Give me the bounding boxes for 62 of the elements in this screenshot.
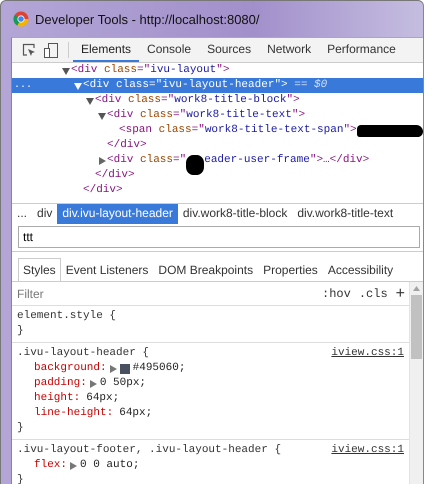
panel-tab[interactable]: Elements xyxy=(73,38,140,62)
dom-node-line[interactable]: <span class="work8-title-text-span"> xyxy=(119,123,423,138)
expand-triangle-icon[interactable] xyxy=(90,380,97,388)
panel-tab[interactable]: Performance xyxy=(319,38,404,62)
dom-node-line[interactable]: </div> xyxy=(95,168,135,183)
dom-node-line[interactable]: <div class="work8-title-block"> xyxy=(95,93,300,108)
closing-brace: } xyxy=(17,473,25,484)
dom-node-line[interactable]: <div class="work8-title-text"> xyxy=(107,108,306,123)
expanded-triangle-icon[interactable] xyxy=(86,96,94,104)
property-name: padding: xyxy=(34,376,87,391)
sidebar-tab[interactable]: Accessibility xyxy=(322,258,398,281)
property-value: 0 0 auto; xyxy=(80,458,140,473)
property-value: 64px; xyxy=(86,391,120,406)
inspect-element-icon[interactable] xyxy=(22,43,36,57)
new-rule-button[interactable]: + xyxy=(396,287,405,301)
expand-triangle-icon[interactable] xyxy=(70,462,78,470)
color-swatch[interactable] xyxy=(120,364,130,374)
hover-state-toggle[interactable]: :hov xyxy=(322,287,351,301)
sidebar-tab[interactable]: DOM Breakpoints xyxy=(153,258,258,281)
property-name: background: xyxy=(34,361,107,376)
sidebar-tab[interactable]: Event Listeners xyxy=(60,258,154,281)
dom-node-line[interactable]: <div class="ivu-layout-header"> == $0 xyxy=(83,78,328,93)
property-name: height: xyxy=(34,391,80,406)
panel-tab[interactable]: Network xyxy=(259,38,320,62)
more-options-marker[interactable]: ... xyxy=(14,78,32,93)
breadcrumb[interactable]: div.work8-title-block xyxy=(178,204,292,224)
breadcrumb[interactable]: div xyxy=(32,204,58,224)
closing-brace: } xyxy=(17,421,25,436)
dom-node-line[interactable]: <div class="ivu-layout"> xyxy=(71,63,230,78)
redaction-scribble xyxy=(356,124,423,136)
closing-brace: } xyxy=(17,324,25,339)
source-link[interactable]: iview.css:1 xyxy=(331,346,404,361)
panel-tab[interactable]: Sources xyxy=(199,38,260,62)
search-field[interactable]: ttt xyxy=(18,226,420,248)
class-toggle[interactable]: .cls xyxy=(358,287,388,301)
panel-tab[interactable]: Console xyxy=(139,38,200,62)
redaction-scribble xyxy=(186,154,204,174)
property-value: 64px; xyxy=(119,406,152,421)
expand-triangle-icon[interactable] xyxy=(110,364,117,372)
breadcrumb[interactable]: ... xyxy=(12,204,32,224)
scrollbar[interactable] xyxy=(409,282,423,484)
property-name: line-height: xyxy=(34,406,114,421)
window-title: Developer Tools - http://localhost:8080/ xyxy=(35,12,260,26)
property-name: flex: xyxy=(34,458,68,473)
dom-node-line[interactable]: </div> xyxy=(83,183,123,198)
expanded-triangle-icon[interactable] xyxy=(62,66,70,74)
breadcrumb[interactable]: div.work8-title-text xyxy=(292,204,398,224)
css-selector: .ivu-layout-header { xyxy=(17,346,150,361)
css-selector: .ivu-layout-footer, .ivu-layout-header { xyxy=(17,443,282,458)
source-link[interactable]: iview.css:1 xyxy=(331,443,404,458)
expanded-triangle-icon[interactable] xyxy=(98,112,106,120)
device-toolbar-icon[interactable] xyxy=(44,42,58,58)
breadcrumb[interactable]: div.ivu-layout-header xyxy=(57,204,178,224)
sidebar-tab[interactable]: Styles xyxy=(18,258,61,281)
collapsed-triangle-icon[interactable] xyxy=(98,156,106,164)
dom-node-line[interactable]: </div> xyxy=(107,138,147,153)
expanded-triangle-icon[interactable] xyxy=(74,82,82,90)
css-selector: element.style { xyxy=(17,309,116,324)
browser-logo-icon xyxy=(13,11,29,27)
sidebar-tab[interactable]: Properties xyxy=(258,258,323,281)
property-value: #495060; xyxy=(132,361,186,376)
property-value: 0 50px; xyxy=(100,376,146,391)
